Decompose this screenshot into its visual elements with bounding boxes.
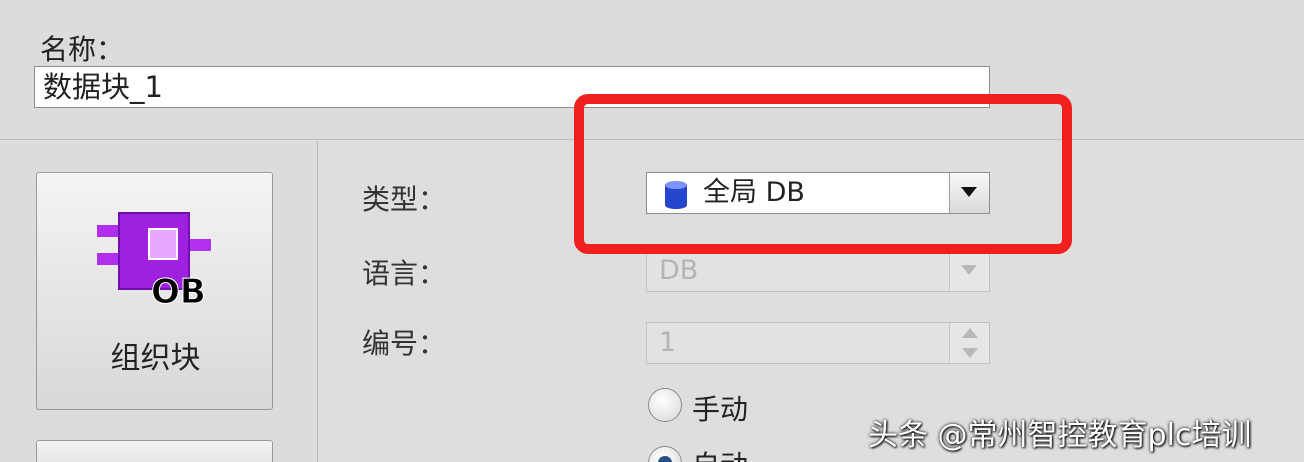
manual-radio-label: 手动	[692, 393, 749, 426]
language-select-value: DB	[659, 255, 699, 286]
auto-numbering-radio[interactable]	[648, 446, 682, 462]
language-select: DB	[646, 250, 990, 292]
ob-block-icon: OB	[97, 212, 211, 309]
number-value: 1	[659, 327, 677, 358]
watermark: 头条 @常州智控教育plc培训	[868, 418, 1252, 453]
function-block-button[interactable]	[36, 440, 273, 462]
language-dropdown-button	[949, 251, 989, 291]
number-label: 编号：	[362, 327, 447, 360]
svg-text:OB: OB	[151, 272, 206, 309]
organization-block-button[interactable]: OB 组织块	[36, 172, 273, 410]
number-decrement-button	[949, 343, 989, 363]
number-spinner: 1	[646, 322, 990, 364]
block-label: 组织块	[110, 341, 201, 376]
highlight-box	[574, 94, 1072, 254]
name-label: 名称：	[40, 33, 125, 66]
type-label: 类型：	[362, 183, 447, 216]
number-increment-button	[949, 323, 989, 343]
chevron-down-icon	[962, 348, 978, 358]
language-label: 语言：	[362, 257, 447, 290]
manual-numbering-radio[interactable]	[648, 388, 682, 422]
chevron-down-icon	[961, 265, 977, 275]
chevron-up-icon	[962, 328, 978, 338]
auto-radio-label: 自动	[692, 444, 748, 462]
